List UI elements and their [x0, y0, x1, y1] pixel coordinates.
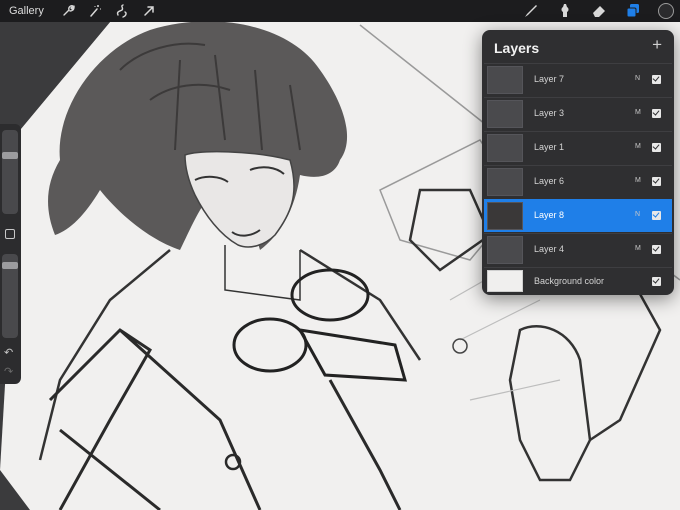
visibility-checkbox[interactable]: [652, 177, 661, 186]
layer-row[interactable]: Layer 3 M: [484, 97, 672, 130]
right-tool-group: [522, 0, 680, 22]
visibility-checkbox[interactable]: [652, 143, 661, 152]
blend-mode-button[interactable]: N: [635, 211, 640, 218]
gallery-button[interactable]: Gallery: [0, 5, 48, 17]
eraser-icon[interactable]: [590, 2, 608, 20]
background-color-label: Background color: [534, 276, 605, 286]
opacity-thumb[interactable]: [2, 262, 18, 269]
wrench-icon[interactable]: [61, 4, 75, 18]
layer-name: Layer 8: [534, 210, 565, 220]
brush-size-slider[interactable]: [2, 130, 18, 214]
blend-mode-button[interactable]: M: [635, 245, 641, 252]
brush-icon[interactable]: [522, 2, 540, 20]
undo-icon[interactable]: ↶: [4, 346, 13, 359]
blend-mode-button[interactable]: M: [635, 109, 641, 116]
layer-thumbnail: [487, 236, 523, 264]
transform-arrow-icon[interactable]: [142, 4, 156, 18]
layer-row[interactable]: Layer 1 M: [484, 131, 672, 164]
visibility-checkbox[interactable]: [652, 277, 661, 286]
magic-wand-icon[interactable]: [88, 4, 102, 18]
layer-name: Layer 7: [534, 74, 565, 84]
redo-icon[interactable]: ↷: [4, 365, 13, 378]
layer-thumbnail: [487, 202, 523, 230]
color-swatch[interactable]: [658, 3, 674, 19]
top-toolbar: Gallery: [0, 0, 680, 22]
modify-button[interactable]: [5, 229, 15, 239]
layer-row[interactable]: Layer 6 M: [484, 165, 672, 198]
visibility-checkbox[interactable]: [652, 245, 661, 254]
layer-name: Layer 6: [534, 176, 565, 186]
add-layer-button[interactable]: +: [652, 35, 662, 55]
layer-thumbnail: [487, 168, 523, 196]
layer-name: Layer 4: [534, 244, 565, 254]
smudge-icon[interactable]: [556, 2, 574, 20]
layer-name: Layer 1: [534, 142, 565, 152]
left-sidebar: ↶ ↷: [0, 124, 21, 384]
layers-icon[interactable]: [624, 2, 642, 20]
layers-panel: Layers + Layer 7 N Layer 3 M Layer 1 M L…: [482, 30, 674, 295]
layer-row[interactable]: Layer 4 M: [484, 233, 672, 266]
background-color-row[interactable]: Background color: [484, 267, 672, 295]
layer-row[interactable]: Layer 7 N: [484, 63, 672, 96]
layer-name: Layer 3: [534, 108, 565, 118]
blend-mode-button[interactable]: M: [635, 177, 641, 184]
layers-title: Layers: [494, 40, 540, 56]
visibility-checkbox[interactable]: [652, 211, 661, 220]
layer-thumbnail: [487, 134, 523, 162]
layers-header: Layers +: [482, 30, 674, 63]
layer-thumbnail: [487, 66, 523, 94]
background-color-thumbnail: [487, 270, 523, 292]
layer-thumbnail: [487, 100, 523, 128]
brush-size-thumb[interactable]: [2, 152, 18, 159]
visibility-checkbox[interactable]: [652, 75, 661, 84]
blend-mode-button[interactable]: N: [635, 75, 640, 82]
layer-row-active[interactable]: Layer 8 N: [484, 199, 672, 232]
selection-icon[interactable]: [115, 4, 129, 18]
opacity-slider[interactable]: [2, 254, 18, 338]
blend-mode-button[interactable]: M: [635, 143, 641, 150]
visibility-checkbox[interactable]: [652, 109, 661, 118]
